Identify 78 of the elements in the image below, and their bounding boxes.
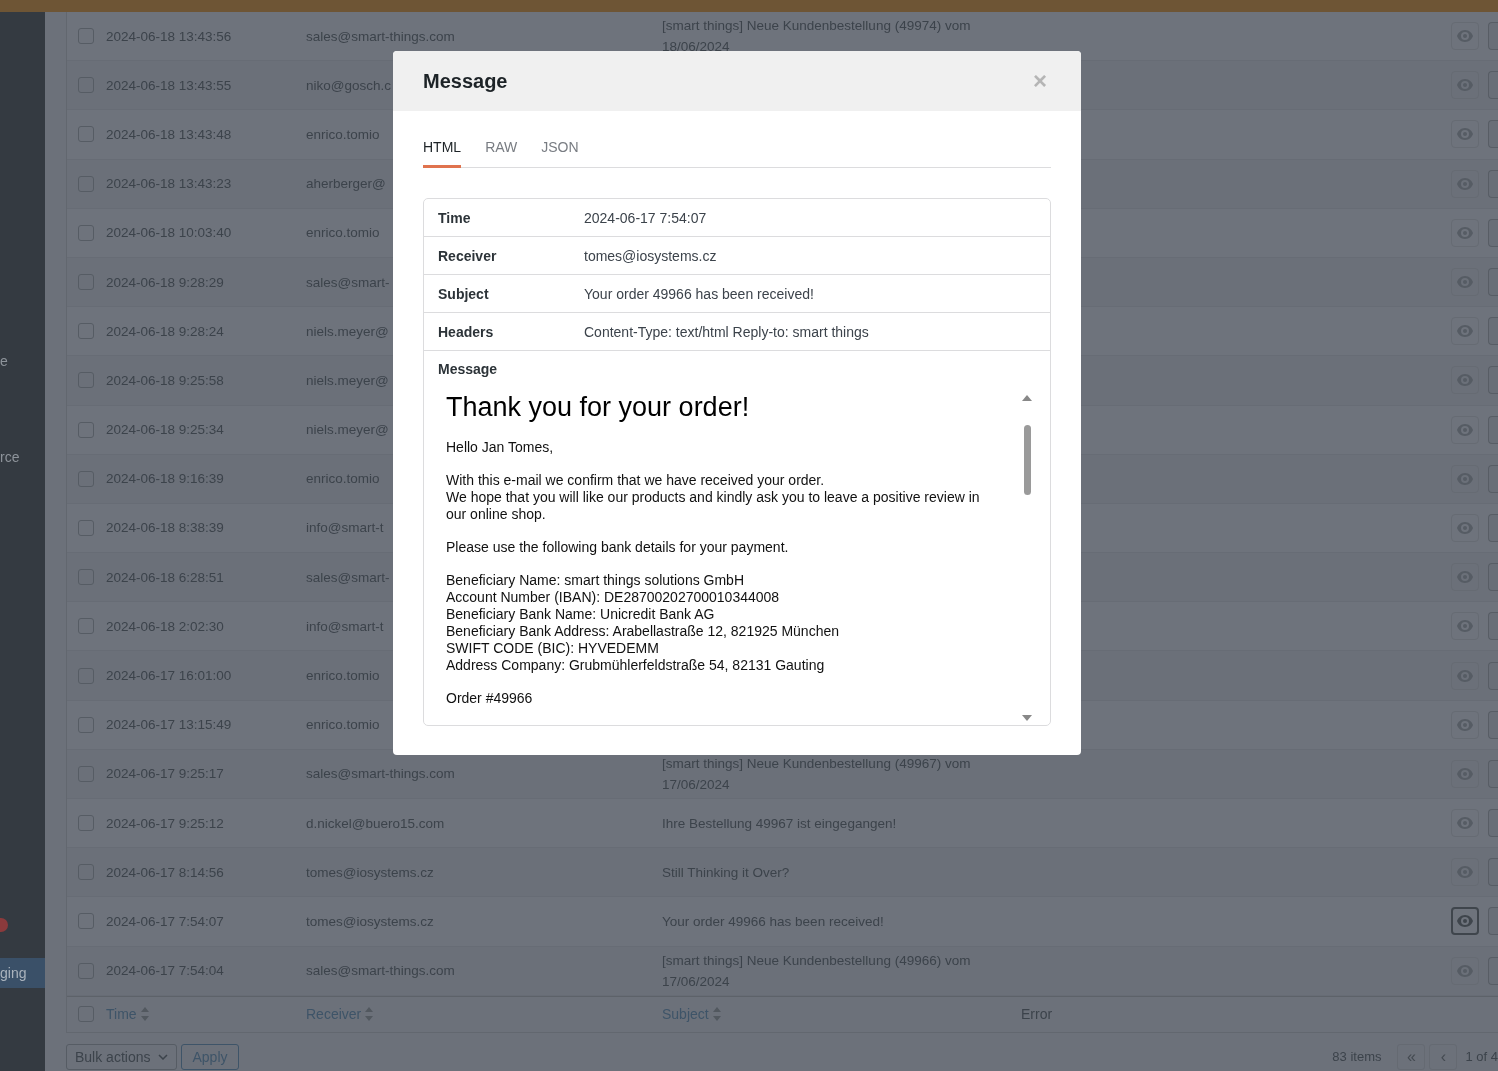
sort-icon	[365, 1007, 374, 1022]
dialog-title: Message	[423, 69, 508, 93]
chevron-down-icon	[158, 1053, 169, 1060]
sort-icon	[712, 1007, 721, 1022]
email-heading: Thank you for your order!	[446, 391, 751, 423]
view-button[interactable]	[1451, 907, 1479, 936]
email-text: Order #49966	[446, 690, 534, 707]
row-checkbox[interactable]	[78, 913, 94, 930]
eye-icon	[1457, 817, 1473, 830]
sidebar-item[interactable]: ging	[0, 958, 45, 988]
row-checkbox[interactable]	[78, 28, 94, 45]
previous-page-button[interactable]: ‹	[1429, 1043, 1458, 1070]
row-checkbox[interactable]	[78, 815, 94, 832]
tab[interactable]: HTML	[423, 129, 462, 168]
row-action-button[interactable]	[1488, 22, 1498, 51]
email-text: Beneficiary Name: smart things solutions GmbH	[446, 572, 745, 589]
row-action-button[interactable]	[1488, 120, 1498, 149]
eye-icon	[1457, 915, 1473, 928]
view-button[interactable]	[1451, 809, 1479, 838]
row-action-button[interactable]	[1488, 809, 1498, 838]
view-button[interactable]	[1451, 218, 1479, 247]
row-action-button[interactable]	[1488, 612, 1498, 641]
row-action-button[interactable]	[1488, 218, 1498, 247]
scroll-up-icon[interactable]	[1022, 395, 1032, 401]
email-text: Hello Jan Tomes,	[446, 439, 555, 456]
email-text: Beneficiary Bank Name: Unicredit Bank AG	[446, 606, 716, 623]
row-action-button[interactable]	[1488, 513, 1498, 542]
field-label: Receiver	[437, 247, 498, 264]
email-text: With this e-mail we confirm that we have received your order.	[446, 472, 826, 489]
row-action-button[interactable]	[1488, 907, 1498, 936]
row-checkbox[interactable]	[78, 224, 94, 241]
field-value: tomes@iosystems.cz	[584, 247, 717, 264]
eye-icon	[1457, 128, 1473, 141]
view-button[interactable]	[1451, 415, 1479, 444]
email-text: Please use the following bank details for your payment.	[446, 539, 790, 556]
close-button[interactable]: ×	[1029, 67, 1051, 95]
view-button[interactable]	[1451, 612, 1479, 641]
field-label: Time	[437, 209, 472, 226]
view-button[interactable]	[1451, 317, 1479, 346]
eye-icon	[1457, 521, 1473, 534]
field-value: Your order 49966 has been received!	[584, 285, 814, 302]
email-text: We hope that you will like our products and kindly ask you to leave a positive review in our online shop.	[446, 489, 981, 523]
eye-icon	[1457, 423, 1473, 436]
view-button[interactable]	[1451, 710, 1479, 739]
eye-icon	[1457, 30, 1473, 43]
view-button[interactable]	[1451, 513, 1479, 542]
sort-icon	[140, 1007, 149, 1022]
row-checkbox[interactable]	[78, 126, 94, 143]
email-text: SWIFT CODE (BIC): HYVEDEMM	[446, 640, 660, 657]
field-label: Message	[437, 361, 499, 377]
eye-icon	[1457, 718, 1473, 731]
row-action-button[interactable]	[1488, 710, 1498, 739]
tab[interactable]: JSON	[541, 129, 579, 168]
row-checkbox[interactable]	[78, 323, 94, 340]
field-value: Content-Type: text/html Reply-to: smart things	[584, 323, 869, 340]
email-text: Account Number (IBAN): DE28700202700010344008	[446, 589, 781, 606]
scrollbar-thumb[interactable]	[1023, 425, 1031, 495]
email-text: Address Company: Grubmühlerfeldstraße 54, 82131 Gauting	[446, 657, 826, 674]
eye-icon	[1457, 226, 1473, 239]
sidebar-item[interactable]: e	[0, 346, 20, 376]
tab[interactable]: RAW	[485, 129, 518, 168]
eye-icon	[1457, 620, 1473, 633]
row-action-button[interactable]	[1488, 317, 1498, 346]
eye-icon	[1457, 325, 1473, 338]
field-label: Subject	[437, 285, 490, 302]
row-checkbox[interactable]	[78, 618, 94, 635]
first-page-button[interactable]: «	[1397, 1043, 1426, 1070]
field-value: 2024-06-17 7:54:07	[584, 209, 707, 226]
email-text: Beneficiary Bank Address: Arabellastraße 12, 821925 München	[446, 623, 841, 640]
row-checkbox[interactable]	[78, 421, 94, 438]
view-button[interactable]	[1451, 22, 1479, 51]
row-action-button[interactable]	[1488, 415, 1498, 444]
field-label: Headers	[437, 323, 495, 340]
row-checkbox[interactable]	[78, 519, 94, 536]
row-checkbox[interactable]	[78, 716, 94, 733]
view-button[interactable]	[1451, 120, 1479, 149]
scroll-down-icon[interactable]	[1022, 715, 1032, 721]
sidebar-item[interactable]: rce	[0, 442, 20, 472]
